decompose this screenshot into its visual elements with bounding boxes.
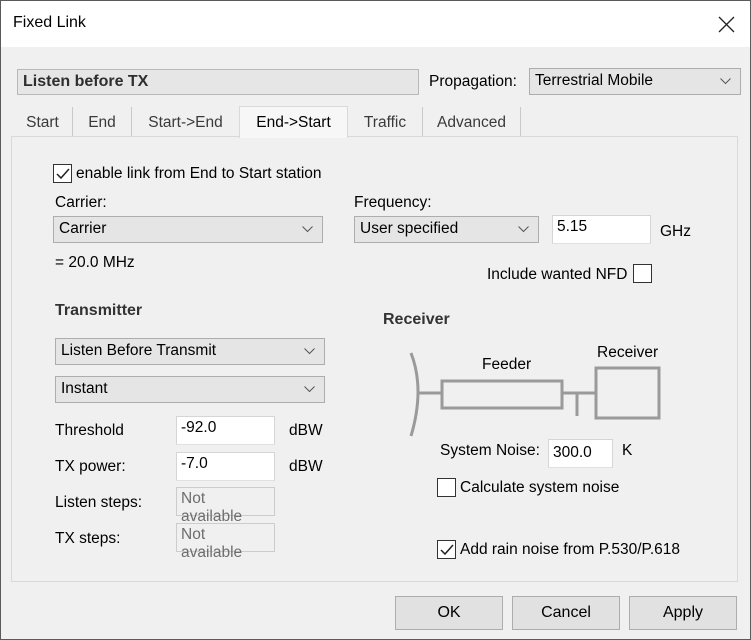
receiver-block [594,366,661,420]
tab-advanced[interactable]: Advanced [423,107,521,137]
chevron-down-icon [302,226,313,233]
calculate-noise-checkbox[interactable] [437,478,456,497]
threshold-label: Threshold [55,422,124,439]
tab-end[interactable]: End [73,107,132,137]
frequency-input[interactable]: 5.15 [552,215,651,244]
title-bar: Fixed Link [1,1,750,47]
transmitter-heading: Transmitter [55,302,143,319]
tab-end-to-start[interactable]: End->Start [239,106,348,138]
receiver-block-label: Receiver [597,344,659,361]
chevron-down-icon [304,386,315,393]
frequency-label: Frequency: [354,194,432,211]
system-noise-unit: K [622,442,633,459]
checkmark-icon [440,544,454,556]
propagation-value: Terrestrial Mobile [535,72,654,89]
chevron-down-icon [304,348,315,355]
transmitter-mode-select[interactable]: Listen Before Transmit [55,338,325,365]
antenna-dish-icon [409,352,420,437]
frequency-mode-value: User specified [360,220,459,237]
transmitter-timing-value: Instant [61,380,108,397]
transmitter-timing-select[interactable]: Instant [55,376,325,403]
tab-start[interactable]: Start [13,107,73,137]
tab-traffic[interactable]: Traffic [348,107,423,137]
enable-link-checkbox[interactable] [53,164,72,183]
apply-button[interactable]: Apply [629,596,737,630]
propagation-select[interactable]: Terrestrial Mobile [529,68,741,95]
fixed-link-dialog: Fixed Link Listen before TX Propagation:… [0,0,751,640]
carrier-select[interactable]: Carrier [53,216,323,243]
propagation-label: Propagation: [429,73,517,90]
chevron-down-icon [518,226,529,233]
listen-steps-input: Not available [176,487,275,525]
close-icon [718,16,735,33]
threshold-input[interactable]: -92.0 [176,416,275,445]
feeder-label: Feeder [482,356,532,373]
link-name-field[interactable]: Listen before TX [17,69,419,95]
tx-power-unit: dBW [289,458,323,475]
feeder-block [440,379,564,410]
tx-power-input[interactable]: -7.0 [176,452,275,481]
tx-steps-label: TX steps: [55,530,121,547]
include-nfd-label: Include wanted NFD [487,266,628,283]
frequency-mode-select[interactable]: User specified [354,216,539,243]
include-nfd-checkbox[interactable] [633,264,652,283]
tx-steps-input: Not available [176,523,275,561]
system-noise-label: System Noise: [440,442,540,459]
rain-noise-checkbox[interactable] [437,540,456,559]
carrier-label: Carrier: [55,194,107,211]
chevron-down-icon [720,78,731,85]
tab-start-to-end[interactable]: Start->End [132,107,239,137]
tx-power-label: TX power: [55,458,126,475]
carrier-value: Carrier [59,220,107,237]
receiver-heading: Receiver [383,311,450,328]
checkmark-icon [56,168,70,180]
listen-steps-label: Listen steps: [55,494,143,511]
close-button[interactable] [708,7,744,41]
ok-button[interactable]: OK [395,596,503,630]
window-title: Fixed Link [13,14,86,31]
cancel-button[interactable]: Cancel [512,596,620,630]
transmitter-mode-value: Listen Before Transmit [61,342,217,359]
carrier-bandwidth: = 20.0 MHz [55,254,135,271]
enable-link-label: enable link from End to Start station [76,165,322,182]
frequency-unit: GHz [660,223,691,240]
system-noise-input[interactable]: 300.0 [548,439,613,468]
rain-noise-label: Add rain noise from P.530/P.618 [460,541,681,558]
threshold-unit: dBW [289,422,323,439]
calculate-noise-label: Calculate system noise [460,479,620,496]
